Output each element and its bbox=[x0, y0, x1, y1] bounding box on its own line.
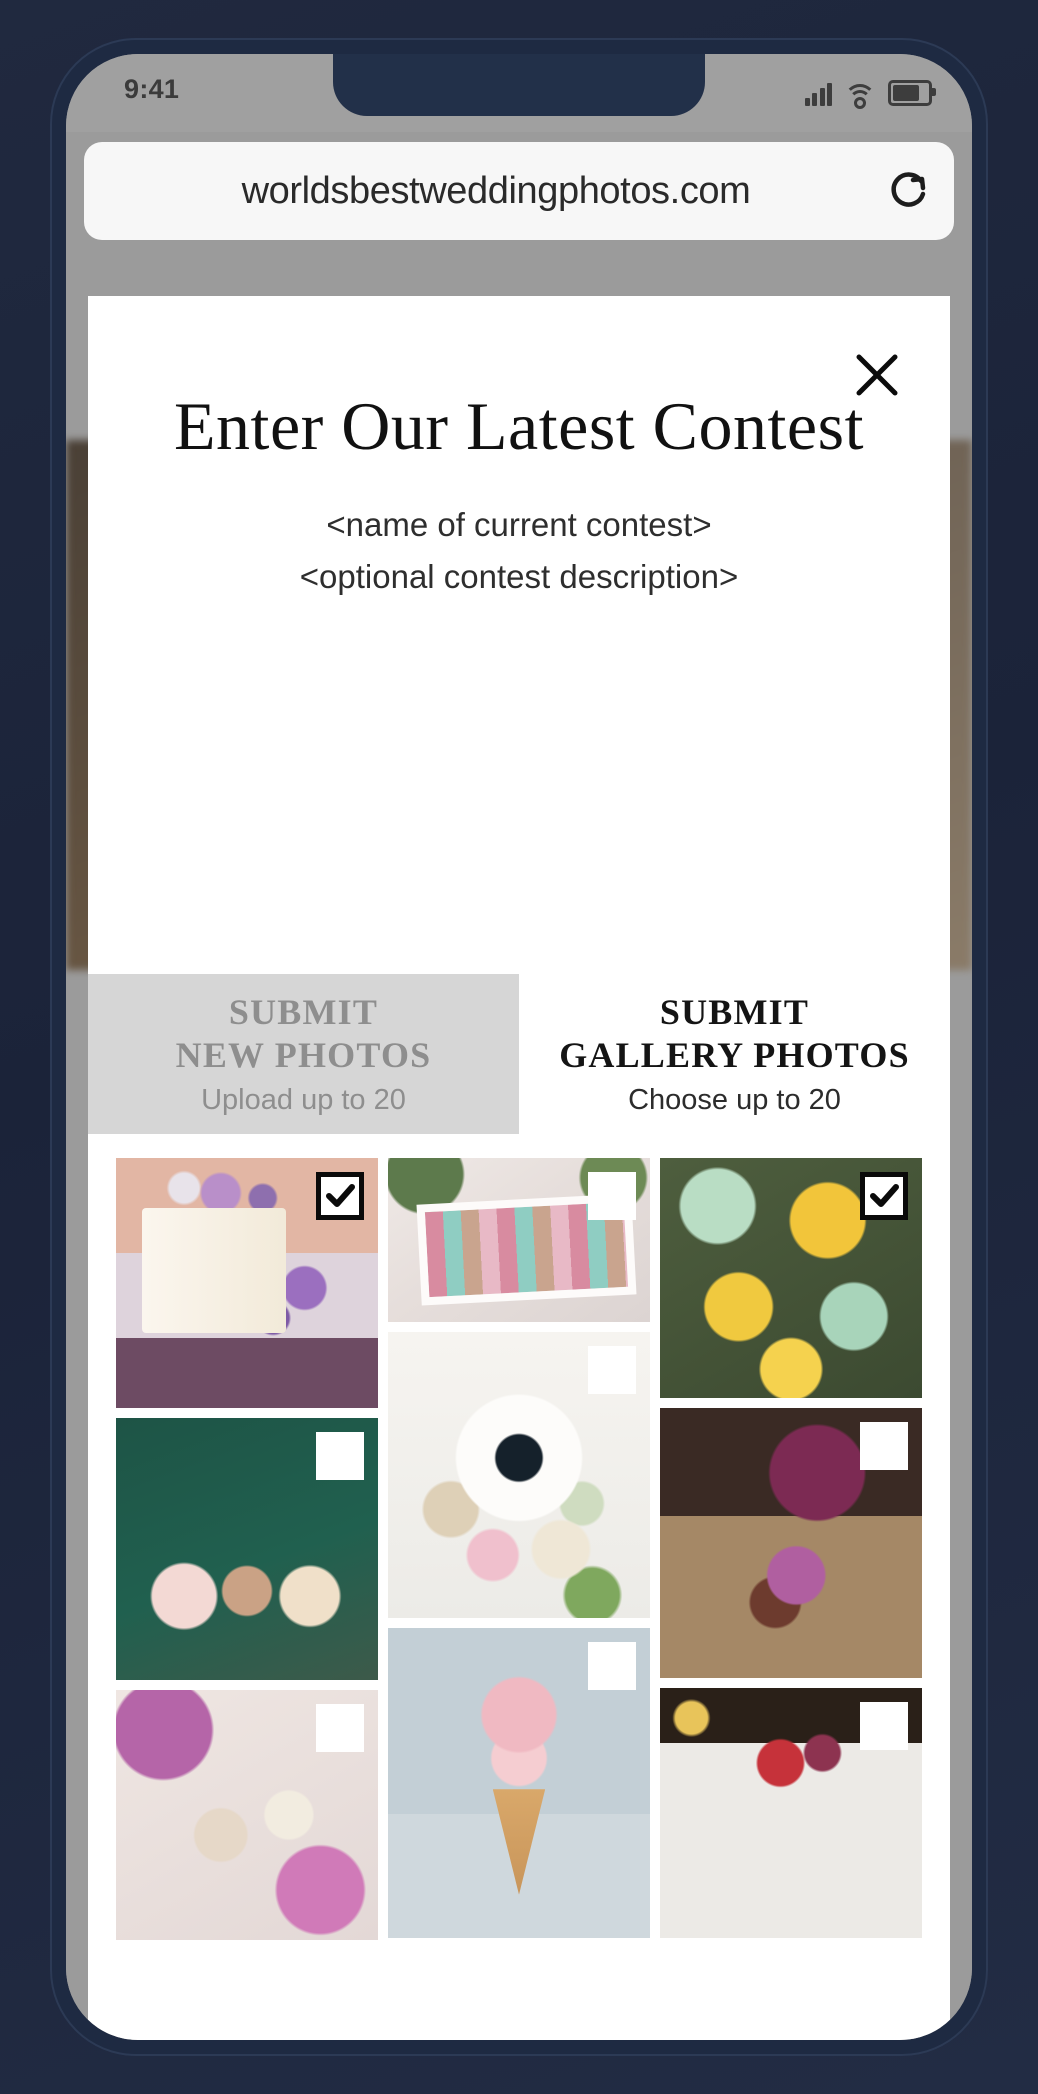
photo-tile[interactable] bbox=[116, 1158, 378, 1408]
photo-tile[interactable] bbox=[116, 1418, 378, 1680]
photo-tile[interactable] bbox=[388, 1628, 650, 1938]
photo-column bbox=[116, 1158, 378, 2038]
close-icon[interactable] bbox=[846, 344, 908, 406]
photo-tile[interactable] bbox=[116, 1690, 378, 1940]
screen: Enter Our Latest Contest <name of curren… bbox=[0, 0, 1038, 2094]
photo-tile[interactable] bbox=[388, 1158, 650, 1322]
phone-frame: Enter Our Latest Contest <name of curren… bbox=[50, 38, 988, 2056]
photo-checkbox-checked[interactable] bbox=[860, 1172, 908, 1220]
photo-tile[interactable] bbox=[660, 1688, 922, 1938]
wifi-icon bbox=[844, 82, 876, 109]
photo-checkbox[interactable] bbox=[860, 1422, 908, 1470]
contest-modal: Enter Our Latest Contest <name of curren… bbox=[88, 296, 950, 2040]
tab-line-1: SUBMIT bbox=[228, 992, 379, 1033]
photo-checkbox[interactable] bbox=[860, 1702, 908, 1750]
photo-column bbox=[388, 1158, 650, 2038]
tab-line-1: SUBMIT bbox=[659, 992, 810, 1033]
tab-sublabel: Upload up to 20 bbox=[201, 1083, 406, 1116]
contest-description: <optional contest description> bbox=[299, 558, 739, 596]
battery-icon bbox=[888, 80, 936, 106]
reload-icon[interactable] bbox=[862, 168, 954, 214]
photo-checkbox[interactable] bbox=[316, 1704, 364, 1752]
phone-screen: Enter Our Latest Contest <name of curren… bbox=[66, 54, 972, 2040]
photo-tile[interactable] bbox=[660, 1408, 922, 1678]
url-text: worldsbestweddingphotos.com bbox=[241, 169, 751, 212]
tab-submit-new-photos[interactable]: SUBMIT NEW PHOTOS Upload up to 20 bbox=[88, 974, 519, 1134]
tab-submit-gallery-photos[interactable]: SUBMIT GALLERY PHOTOS Choose up to 20 bbox=[519, 974, 950, 1134]
photo-checkbox[interactable] bbox=[316, 1432, 364, 1480]
photo-tile[interactable] bbox=[388, 1332, 650, 1618]
photo-checkbox-checked[interactable] bbox=[316, 1172, 364, 1220]
browser-url-bar[interactable]: worldsbestweddingphotos.com bbox=[84, 142, 954, 240]
photo-checkbox[interactable] bbox=[588, 1346, 636, 1394]
status-time: 9:41 bbox=[124, 74, 180, 104]
status-bar: 9:41 bbox=[66, 54, 972, 132]
contest-name: <name of current contest> bbox=[326, 506, 712, 544]
status-icons bbox=[804, 72, 936, 109]
photo-grid bbox=[116, 1158, 922, 2038]
page-title: Enter Our Latest Contest bbox=[174, 388, 864, 464]
photo-checkbox[interactable] bbox=[588, 1172, 636, 1220]
tab-line-2: GALLERY PHOTOS bbox=[559, 1034, 910, 1075]
photo-tile[interactable] bbox=[660, 1158, 922, 1398]
submission-tabs: SUBMIT NEW PHOTOS Upload up to 20 SUBMIT… bbox=[88, 974, 950, 1134]
tab-sublabel: Choose up to 20 bbox=[628, 1083, 841, 1116]
notch bbox=[333, 54, 705, 116]
photo-column bbox=[660, 1158, 922, 2038]
photo-checkbox[interactable] bbox=[588, 1642, 636, 1690]
tab-line-2: NEW PHOTOS bbox=[175, 1034, 432, 1075]
signal-icon bbox=[804, 82, 832, 106]
